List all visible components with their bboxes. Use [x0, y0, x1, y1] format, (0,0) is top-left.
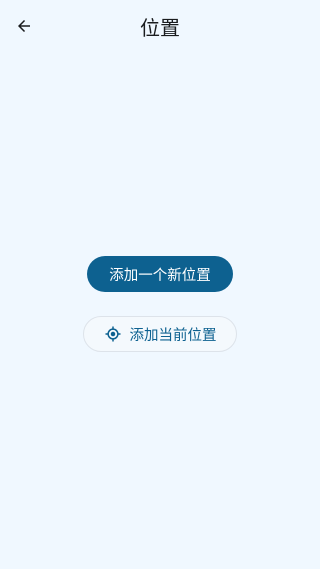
add-current-location-button[interactable]: 添加当前位置 — [83, 316, 237, 352]
app-bar: 位置 — [0, 0, 320, 56]
add-new-location-button[interactable]: 添加一个新位置 — [87, 256, 233, 292]
add-new-location-label: 添加一个新位置 — [109, 267, 211, 284]
my-location-icon — [104, 325, 122, 343]
add-current-location-label: 添加当前位置 — [129, 327, 217, 344]
page-title: 位置 — [140, 16, 180, 40]
